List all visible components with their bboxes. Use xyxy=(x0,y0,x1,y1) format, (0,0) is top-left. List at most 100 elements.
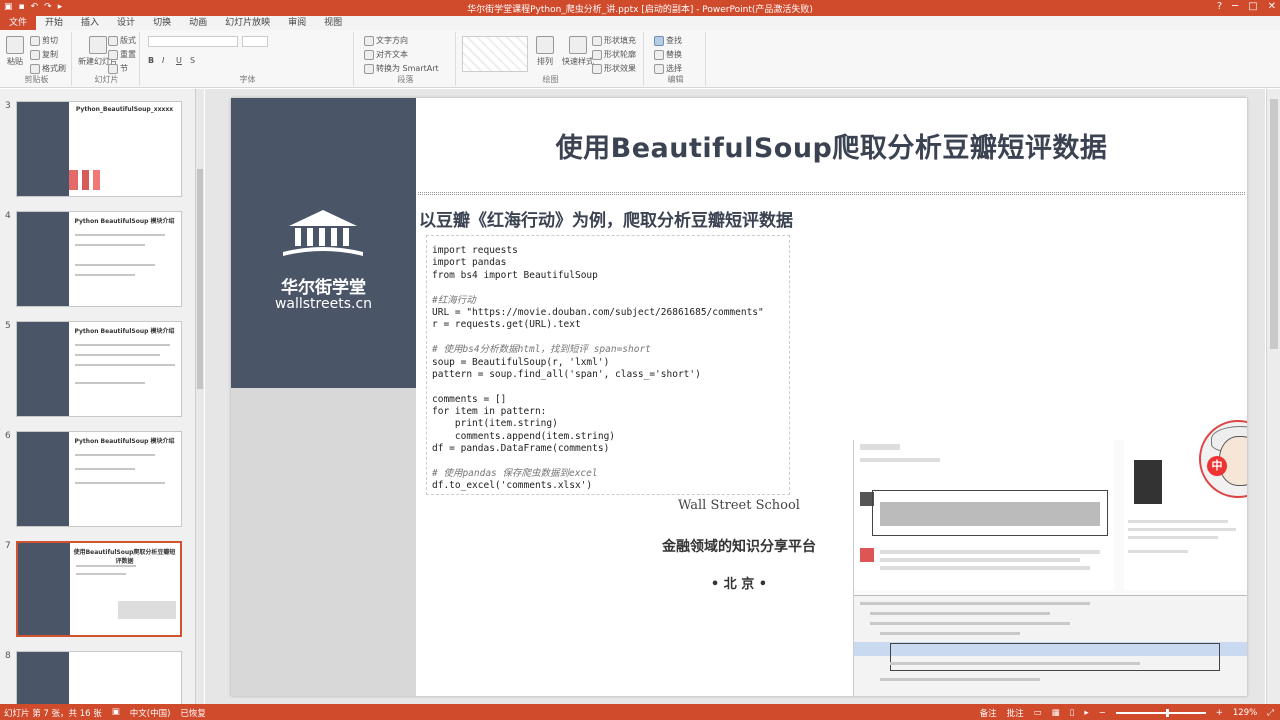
close-button[interactable]: ✕ xyxy=(1268,1,1276,12)
screenshot-block xyxy=(880,558,1080,562)
reading-view-icon[interactable]: ▯ xyxy=(1070,708,1075,718)
thumb-graphic xyxy=(69,170,179,190)
zoom-in-button[interactable]: + xyxy=(1216,708,1223,718)
embedded-screenshot[interactable] xyxy=(853,440,1247,696)
section-button[interactable]: 节 xyxy=(108,63,128,74)
thumb-sidebar xyxy=(17,212,69,306)
shapes-gallery[interactable] xyxy=(462,36,528,72)
tab-transitions[interactable]: 切换 xyxy=(144,16,180,30)
quick-styles-button[interactable]: 快速样式 xyxy=(562,36,594,67)
notes-button[interactable]: 备注 xyxy=(980,707,997,719)
format-painter-button[interactable]: 格式刷 xyxy=(30,63,66,74)
tab-file[interactable]: 文件 xyxy=(0,16,37,30)
drawing-group: 排列 快速样式 形状填充 形状轮廓 形状效果 绘图 xyxy=(458,32,644,86)
sorter-view-icon[interactable]: ▦ xyxy=(1052,708,1060,718)
minimize-button[interactable]: ─ xyxy=(1232,1,1238,12)
screenshot-block xyxy=(1128,536,1218,539)
underline-button[interactable]: U xyxy=(176,56,182,65)
spellcheck-icon[interactable]: ▣ xyxy=(112,707,120,719)
smartart-button[interactable]: 转换为 SmartArt xyxy=(364,63,439,74)
shape-fill-button[interactable]: 形状填充 xyxy=(592,35,636,46)
screenshot-block xyxy=(1128,520,1228,523)
tab-insert[interactable]: 插入 xyxy=(72,16,108,30)
slide-thumbnail-7[interactable]: 使用BeautifulSoup爬取分析豆瓣短评数据 xyxy=(16,541,182,637)
strikethrough-button[interactable]: S xyxy=(190,56,195,65)
screenshot-block xyxy=(880,566,1090,570)
slideshow-view-icon[interactable]: ▸ xyxy=(1084,708,1088,718)
zoom-slider[interactable] xyxy=(1115,709,1206,717)
code-line: comments = [] xyxy=(432,393,507,405)
screenshot-poster xyxy=(1134,460,1162,504)
tab-home[interactable]: 开始 xyxy=(36,16,72,30)
slide-thumbnail-8[interactable] xyxy=(16,651,182,704)
editing-label: 编辑 xyxy=(667,75,684,84)
thumb-sidebar xyxy=(17,322,69,416)
replace-button[interactable]: 替换 xyxy=(654,49,682,60)
copy-button[interactable]: 复制 xyxy=(30,49,58,60)
reset-button[interactable]: 重置 xyxy=(108,49,136,60)
scroll-thumb[interactable] xyxy=(1270,99,1278,349)
cursor-icon xyxy=(654,63,664,74)
maximize-button[interactable]: □ xyxy=(1248,1,1257,12)
tab-animations[interactable]: 动画 xyxy=(180,16,216,30)
cut-button[interactable]: 剪切 xyxy=(30,35,58,46)
zoom-out-button[interactable]: − xyxy=(1099,708,1106,718)
scroll-thumb[interactable] xyxy=(197,169,203,389)
layout-button[interactable]: 版式 xyxy=(108,35,136,46)
help-button[interactable]: ? xyxy=(1217,1,1222,12)
thumb-sidebar xyxy=(17,652,69,704)
slide-thumbnail-5[interactable]: Python BeautifulSoup 模块介绍 xyxy=(16,321,182,417)
editor-scrollbar[interactable] xyxy=(1266,89,1280,704)
tab-design[interactable]: 设计 xyxy=(108,16,144,30)
tab-view[interactable]: 视图 xyxy=(315,16,351,30)
font-group: B I U S 字体 xyxy=(142,32,354,86)
language-indicator[interactable]: 中文(中国) xyxy=(130,707,171,719)
font-size-box[interactable] xyxy=(242,36,268,47)
fit-slide-icon[interactable]: ⤢ xyxy=(1267,708,1274,718)
tab-slideshow[interactable]: 幻灯片放映 xyxy=(216,16,279,30)
thumb-number: 3 xyxy=(5,101,11,111)
italic-button[interactable]: I xyxy=(162,56,164,65)
quick-styles-icon xyxy=(569,36,587,54)
comments-button[interactable]: 批注 xyxy=(1007,707,1024,719)
screenshot-block xyxy=(860,444,900,450)
paragraph-group: 文字方向 对齐文本 转换为 SmartArt 段落 xyxy=(356,32,456,86)
paste-button[interactable]: 粘贴 xyxy=(6,36,24,67)
slide-canvas[interactable]: 华尔街学堂 wallstreets.cn Wall Street School … xyxy=(231,98,1247,696)
font-name-box[interactable] xyxy=(148,36,238,47)
text-direction-button[interactable]: 文字方向 xyxy=(364,35,408,46)
slide-thumbnail-3[interactable]: Python_BeautifulSoup_xxxxx xyxy=(16,101,182,197)
code-block[interactable]: import requests import pandas from bs4 imp… xyxy=(426,235,790,495)
shape-outline-button[interactable]: 形状轮廓 xyxy=(592,49,636,60)
thumbnail-scrollbar[interactable] xyxy=(196,89,204,704)
thumb-title: Python_BeautifulSoup_xxxxx xyxy=(75,106,174,113)
tab-review[interactable]: 审阅 xyxy=(279,16,315,30)
editing-group: 查找 替换 选择 编辑 xyxy=(646,32,706,86)
find-button[interactable]: 查找 xyxy=(654,35,682,46)
slide-thumbnail-6[interactable]: Python BeautifulSoup 模块介绍 xyxy=(16,431,182,527)
smartart-icon xyxy=(364,63,374,74)
devtools-line xyxy=(880,678,1040,681)
screenshot-block xyxy=(1128,550,1188,553)
slide-title[interactable]: 使用BeautifulSoup爬取分析豆瓣短评数据 xyxy=(416,126,1247,165)
zoom-level[interactable]: 129% xyxy=(1233,708,1257,718)
code-line: for item in pattern: xyxy=(432,406,547,418)
copy-icon xyxy=(30,49,40,60)
arrange-button[interactable]: 排列 xyxy=(536,36,554,67)
slides-group: 新建幻灯片 版式 重置 节 幻灯片 xyxy=(74,32,140,86)
slide-subtitle[interactable]: 以豆瓣《红海行动》为例，爬取分析豆瓣短评数据 xyxy=(419,206,793,231)
thumb-number: 6 xyxy=(5,431,11,441)
normal-view-icon[interactable]: ▭ xyxy=(1034,708,1042,718)
slide-thumbnail-4[interactable]: Python BeautifulSoup 模块介绍 xyxy=(16,211,182,307)
screenshot-block xyxy=(860,458,940,462)
code-line: comments.append(item.string) xyxy=(432,430,616,442)
code-line: import pandas xyxy=(432,257,507,269)
paragraph-label: 段落 xyxy=(397,75,414,84)
select-button[interactable]: 选择 xyxy=(654,63,682,74)
align-text-button[interactable]: 对齐文本 xyxy=(364,49,408,60)
brand-panel: 华尔街学堂 wallstreets.cn xyxy=(231,98,416,388)
shape-effects-button[interactable]: 形状效果 xyxy=(592,63,636,74)
bold-button[interactable]: B xyxy=(148,56,154,65)
